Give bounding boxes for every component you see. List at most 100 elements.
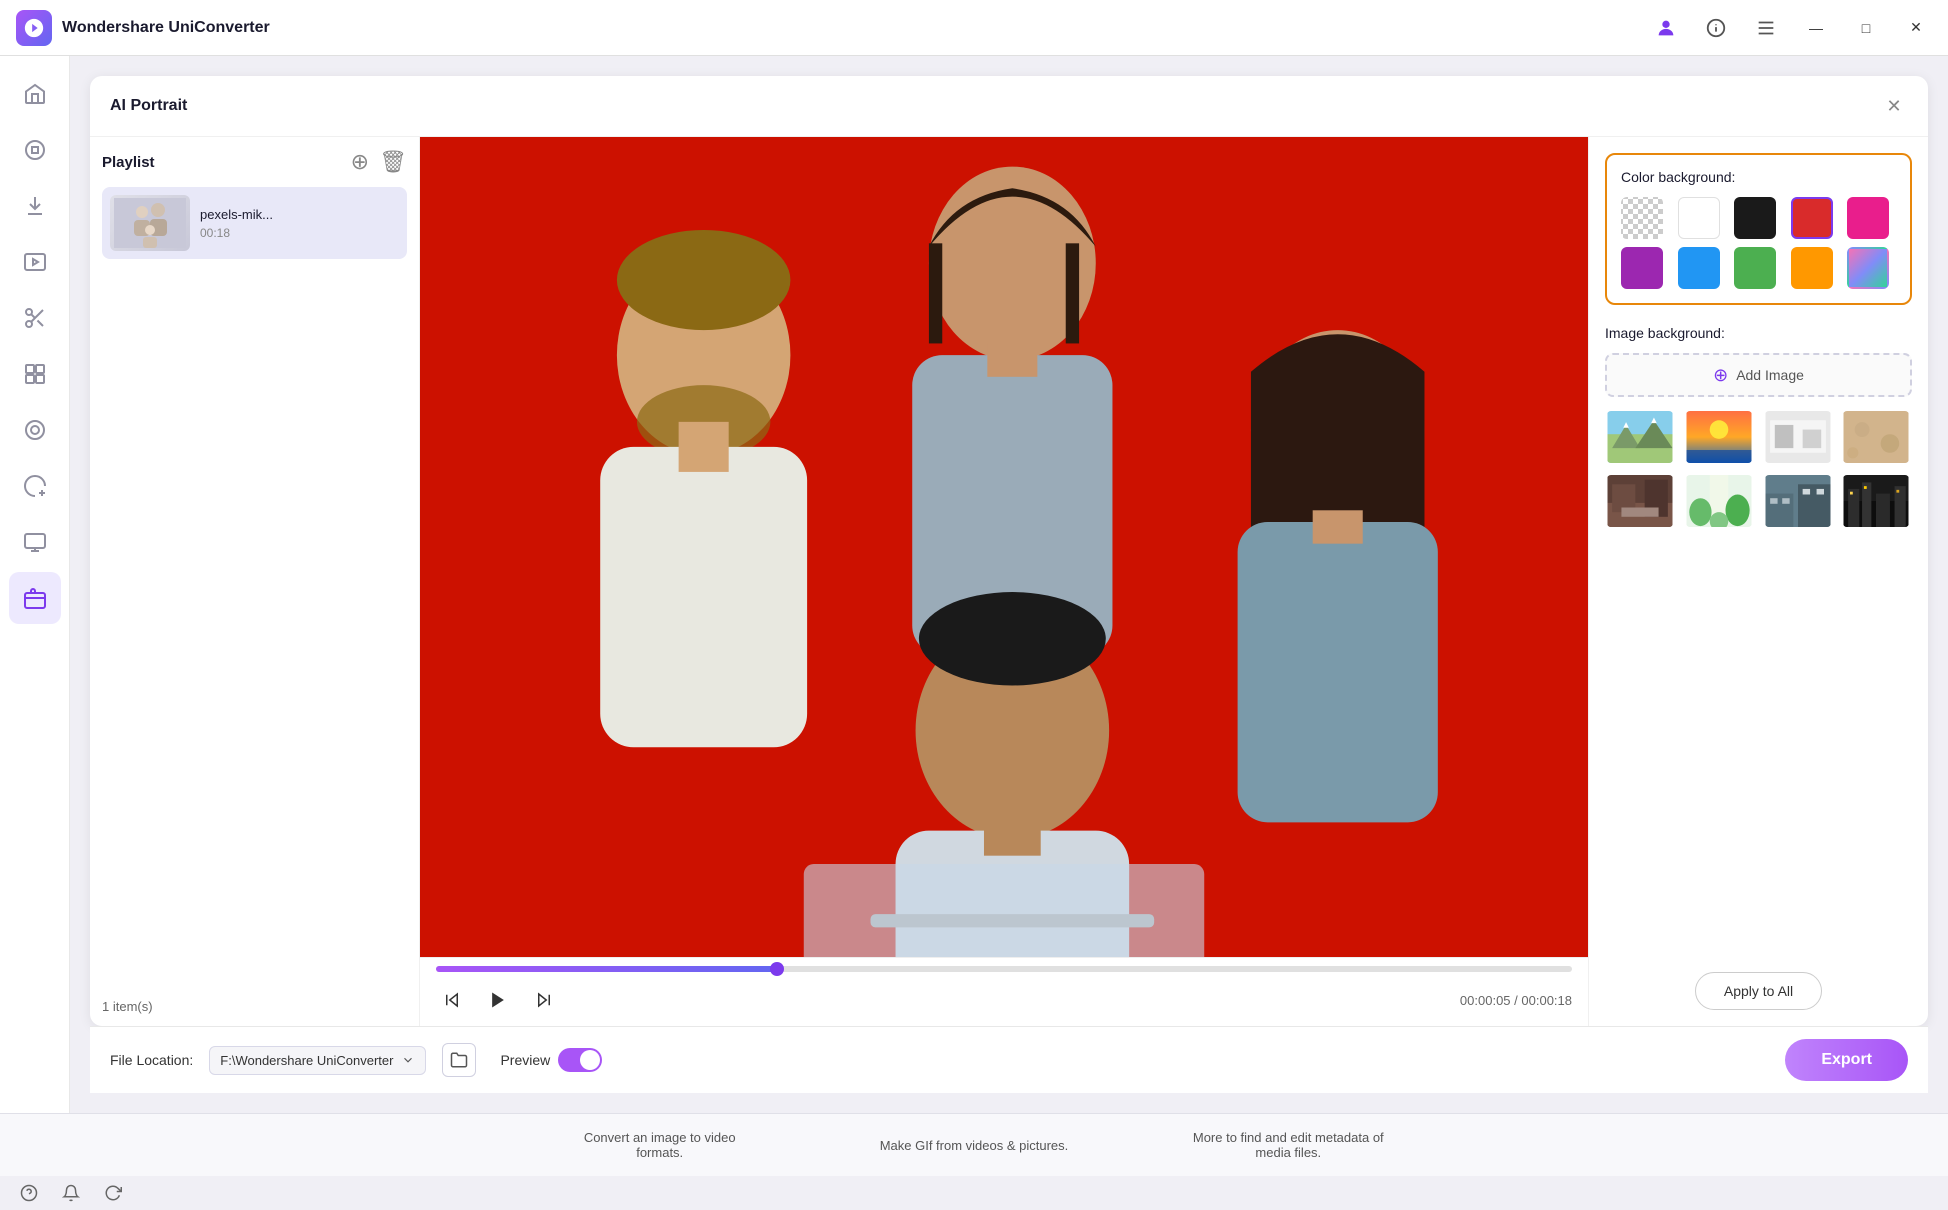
playlist-thumb [110, 195, 190, 251]
playlist-count: 1 item(s) [102, 989, 407, 1014]
folder-button[interactable] [442, 1043, 476, 1077]
status-feedback[interactable] [104, 1184, 122, 1202]
minimize-button[interactable]: — [1800, 12, 1832, 44]
support-icon[interactable] [1700, 12, 1732, 44]
color-swatch-gradient[interactable] [1847, 247, 1889, 289]
image-thumb-3[interactable] [1763, 409, 1833, 465]
color-background-section: Color background: [1605, 153, 1912, 305]
playlist-actions: ⊕ 🗑 [351, 149, 407, 175]
playlist-item-name: pexels-mik... [200, 207, 399, 222]
image-thumb-7[interactable] [1763, 473, 1833, 529]
apply-to-all-button[interactable]: Apply to All [1695, 972, 1822, 1010]
file-location-value: F:\Wondershare UniConverter [220, 1053, 393, 1068]
window-close-button[interactable]: ✕ [1880, 92, 1908, 120]
color-swatch-green[interactable] [1734, 247, 1776, 289]
controls-row: 00:00:05 / 00:00:18 [436, 982, 1572, 1018]
status-bar [0, 1176, 1948, 1210]
feature-text-3: More to find and edit metadata of media … [1193, 1130, 1384, 1160]
feature-item-1: Convert an image to video formats. [560, 1130, 760, 1160]
add-image-button[interactable]: ⊕ Add Image [1605, 353, 1912, 397]
feature-item-3: More to find and edit metadata of media … [1188, 1130, 1388, 1160]
image-grid [1605, 409, 1912, 529]
color-swatch-purple[interactable] [1621, 247, 1663, 289]
apply-all-container: Apply to All [1605, 952, 1912, 1010]
video-display [420, 137, 1588, 957]
app-logo [16, 10, 52, 46]
fast-forward-button[interactable] [528, 984, 560, 1016]
total-time: 00:00:18 [1521, 993, 1572, 1008]
video-container [420, 137, 1588, 957]
color-swatch-transparent[interactable] [1621, 197, 1663, 239]
sidebar-item-target[interactable] [9, 460, 61, 512]
app-title: Wondershare UniConverter [62, 19, 1650, 37]
feature-bar: Convert an image to video formats. Make … [0, 1113, 1948, 1176]
sidebar-item-download[interactable] [9, 180, 61, 232]
bottom-bar: File Location: F:\Wondershare UniConvert… [90, 1026, 1928, 1093]
sidebar-item-home[interactable] [9, 68, 61, 120]
video-content [420, 137, 1588, 957]
image-thumb-4[interactable] [1841, 409, 1911, 465]
ai-portrait-window: AI Portrait ✕ Playlist ⊕ 🗑 [90, 76, 1928, 1026]
play-button[interactable] [480, 982, 516, 1018]
playlist-item-duration: 00:18 [200, 226, 399, 240]
left-panel: Playlist ⊕ 🗑 [90, 137, 420, 1026]
playlist-thumb-img [110, 195, 190, 251]
sidebar-item-screen[interactable] [9, 404, 61, 456]
sidebar-item-broadcast[interactable] [9, 516, 61, 568]
delete-file-icon[interactable]: 🗑 [379, 149, 407, 175]
image-thumb-6[interactable] [1684, 473, 1754, 529]
toggle-knob [580, 1050, 600, 1070]
sidebar-item-merge[interactable] [9, 348, 61, 400]
image-thumb-5[interactable] [1605, 473, 1675, 529]
content-area: AI Portrait ✕ Playlist ⊕ 🗑 [70, 56, 1948, 1113]
center-panel: 00:00:05 / 00:00:18 [420, 137, 1588, 1026]
color-grid [1621, 197, 1896, 289]
color-swatch-white[interactable] [1678, 197, 1720, 239]
image-thumb-8[interactable] [1841, 473, 1911, 529]
sidebar-item-video-edit[interactable] [9, 236, 61, 288]
playback-buttons [436, 982, 560, 1018]
playlist-info: pexels-mik... 00:18 [200, 207, 399, 240]
titlebar: Wondershare UniConverter — □ ✕ [0, 0, 1948, 56]
image-thumb-2[interactable] [1684, 409, 1754, 465]
image-bg-label: Image background: [1605, 325, 1912, 341]
color-swatch-pink[interactable] [1847, 197, 1889, 239]
image-background-section: Image background: ⊕ Add Image [1605, 325, 1912, 529]
progress-bar[interactable] [436, 966, 1572, 972]
preview-label: Preview [500, 1052, 550, 1068]
color-bg-label: Color background: [1621, 169, 1896, 185]
playlist-item[interactable]: pexels-mik... 00:18 [102, 187, 407, 259]
color-swatch-red[interactable] [1791, 197, 1833, 239]
image-thumb-1[interactable] [1605, 409, 1675, 465]
feature-text-1: Convert an image to video formats. [584, 1130, 736, 1160]
window-title: AI Portrait [110, 97, 187, 115]
plus-icon: ⊕ [1713, 365, 1728, 386]
preview-toggle: Preview [500, 1048, 602, 1072]
color-swatch-black[interactable] [1734, 197, 1776, 239]
rewind-button[interactable] [436, 984, 468, 1016]
sidebar-item-convert[interactable] [9, 124, 61, 176]
color-swatch-orange[interactable] [1791, 247, 1833, 289]
sidebar-item-trim[interactable] [9, 292, 61, 344]
file-location-label: File Location: [110, 1052, 193, 1068]
menu-icon[interactable] [1750, 12, 1782, 44]
preview-toggle-switch[interactable] [558, 1048, 602, 1072]
time-display: 00:00:05 / 00:00:18 [1460, 993, 1572, 1008]
sidebar-item-toolbox[interactable] [9, 572, 61, 624]
window-body: Playlist ⊕ 🗑 [90, 137, 1928, 1026]
window-controls: — □ ✕ [1650, 12, 1932, 44]
maximize-button[interactable]: □ [1850, 12, 1882, 44]
close-button[interactable]: ✕ [1900, 12, 1932, 44]
add-file-icon[interactable]: ⊕ [351, 149, 369, 175]
status-help[interactable] [20, 1184, 38, 1202]
status-notifications[interactable] [62, 1184, 80, 1202]
sidebar [0, 56, 70, 1113]
feature-text-2: Make GIf from videos & pictures. [880, 1138, 1069, 1153]
export-button[interactable]: Export [1785, 1039, 1908, 1081]
color-swatch-blue[interactable] [1678, 247, 1720, 289]
user-icon[interactable] [1650, 12, 1682, 44]
progress-fill [436, 966, 777, 972]
file-location-select[interactable]: F:\Wondershare UniConverter [209, 1046, 426, 1075]
playlist-title: Playlist [102, 154, 155, 171]
current-time: 00:00:05 [1460, 993, 1511, 1008]
